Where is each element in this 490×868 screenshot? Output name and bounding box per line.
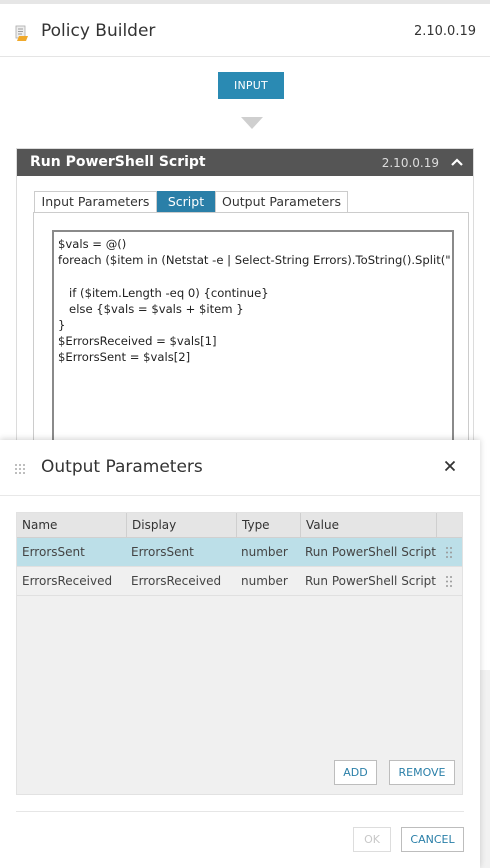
grid-header: Name Display Type Value — [17, 513, 462, 538]
output-parameters-grid: Name Display Type Value ErrorsSent Error… — [16, 512, 463, 795]
table-row[interactable]: ErrorsReceived ErrorsReceived number Run… — [17, 567, 462, 596]
activity-card: Run PowerShell Script 2.10.0.19 Input Pa… — [16, 148, 474, 460]
activity-name: Run PowerShell Script — [30, 154, 206, 170]
tab-output-parameters[interactable]: Output Parameters — [215, 191, 348, 213]
app-title: Policy Builder — [41, 21, 156, 41]
cancel-button[interactable]: CANCEL — [401, 827, 464, 852]
cell-value: Run PowerShell Script.Ei — [305, 545, 436, 559]
column-header-name[interactable]: Name — [17, 513, 126, 537]
page-scrollbar[interactable] — [480, 670, 490, 868]
add-button[interactable]: ADD — [334, 760, 377, 785]
dialog-footer-divider — [16, 811, 464, 812]
table-row[interactable]: ErrorsSent ErrorsSent number Run PowerSh… — [17, 538, 462, 567]
flow-arrow-icon — [241, 117, 263, 129]
dialog-header[interactable]: Output Parameters — [0, 440, 480, 496]
column-header-type[interactable]: Type — [236, 513, 300, 537]
cell-type: number — [241, 545, 288, 559]
script-editor[interactable]: $vals = @() foreach ($item in (Netstat -… — [52, 230, 454, 460]
column-header-handle — [436, 513, 462, 537]
cell-display: ErrorsReceived — [131, 574, 222, 588]
remove-button[interactable]: REMOVE — [389, 760, 455, 785]
row-drag-handle-icon[interactable] — [445, 546, 453, 559]
app-header: Policy Builder 2.10.0.19 — [0, 4, 490, 57]
cell-value: Run PowerShell Script.Ei — [305, 574, 436, 588]
activity-version: 2.10.0.19 — [381, 156, 439, 170]
column-header-display[interactable]: Display — [126, 513, 236, 537]
drag-grip-icon[interactable] — [14, 463, 26, 475]
app-version: 2.10.0.19 — [413, 24, 476, 39]
ok-button[interactable]: OK — [353, 827, 391, 852]
cell-type: number — [241, 574, 288, 588]
cell-display: ErrorsSent — [131, 545, 194, 559]
dialog-title: Output Parameters — [41, 457, 203, 477]
cell-name: ErrorsReceived — [22, 574, 113, 588]
input-node-button[interactable]: INPUT — [218, 72, 284, 99]
tab-script[interactable]: Script — [157, 191, 215, 213]
cell-name: ErrorsSent — [22, 545, 85, 559]
chevron-up-icon[interactable] — [449, 154, 465, 170]
script-tab-panel: $vals = @() foreach ($item in (Netstat -… — [33, 212, 469, 460]
policy-document-icon — [15, 25, 28, 41]
column-header-value[interactable]: Value — [300, 513, 436, 537]
activity-card-header[interactable]: Run PowerShell Script 2.10.0.19 — [17, 149, 473, 176]
row-drag-handle-icon[interactable] — [445, 575, 453, 588]
tab-input-parameters[interactable]: Input Parameters — [34, 191, 157, 213]
close-icon[interactable] — [444, 460, 456, 472]
output-parameters-dialog: Output Parameters Name Display Type Valu… — [0, 440, 480, 868]
